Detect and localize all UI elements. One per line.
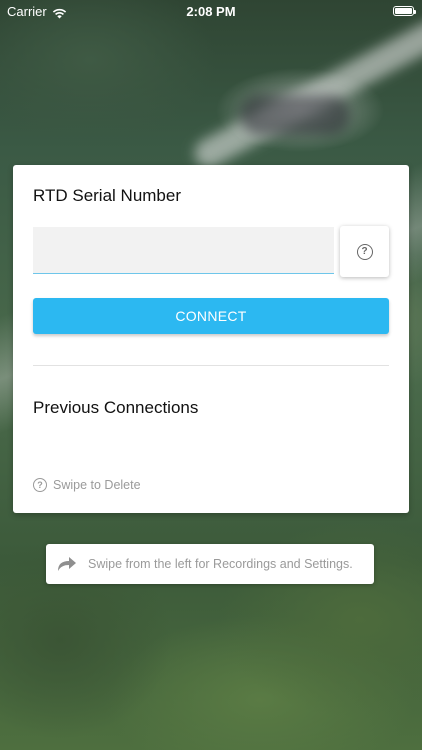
question-circle-icon: ?: [33, 478, 47, 492]
connection-card: RTD Serial Number ? CONNECT Previous Con…: [13, 165, 409, 513]
background-airplane-body: [240, 95, 350, 135]
section-divider: [33, 365, 389, 366]
swipe-to-delete-hint: ? Swipe to Delete: [33, 478, 141, 492]
battery-icon: [393, 6, 416, 16]
serial-number-input[interactable]: [33, 227, 334, 274]
share-arrow-icon: [56, 555, 78, 573]
status-bar: Carrier 2:08 PM: [0, 0, 422, 22]
help-button[interactable]: ?: [340, 226, 389, 277]
background-airplane-wing: [189, 15, 422, 173]
navigation-tip: Swipe from the left for Recordings and S…: [46, 544, 374, 584]
swipe-to-delete-label: Swipe to Delete: [53, 478, 141, 492]
tip-text: Swipe from the left for Recordings and S…: [88, 557, 353, 571]
connect-button[interactable]: CONNECT: [33, 298, 389, 334]
status-time: 2:08 PM: [186, 4, 236, 19]
serial-number-title: RTD Serial Number: [33, 186, 182, 205]
question-circle-icon: ?: [356, 243, 373, 260]
battery-level: [395, 8, 412, 14]
previous-connections-title: Previous Connections: [33, 398, 199, 417]
